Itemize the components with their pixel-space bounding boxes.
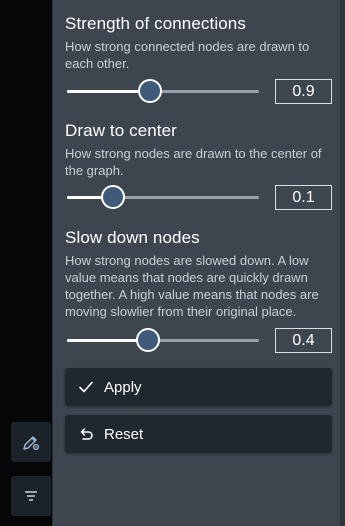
reset-label: Reset (104, 425, 144, 443)
scrollbar[interactable] (340, 0, 345, 526)
graph-settings-button[interactable] (11, 422, 51, 462)
strength-of-connections-value[interactable]: 0.9 (275, 79, 332, 104)
slow-down-nodes-slider[interactable] (67, 327, 259, 353)
section-description: How strong nodes are slowed down. A low … (65, 253, 319, 319)
section-strength-of-connections: Strength of connections How strong conne… (65, 14, 335, 72)
slider-thumb[interactable] (135, 328, 160, 352)
checkmark-icon (79, 381, 93, 393)
section-title: Draw to center (65, 121, 177, 140)
section-draw-to-center: Draw to center How strong nodes are draw… (65, 121, 335, 179)
filter-button[interactable] (11, 476, 51, 516)
section-title: Strength of connections (65, 14, 246, 33)
section-description: How strong nodes are drawn to the center… (65, 146, 322, 178)
apply-button[interactable]: Apply (65, 368, 332, 406)
undo-icon (80, 428, 93, 440)
filter-icon (25, 491, 37, 501)
slider-thumb[interactable] (101, 185, 126, 209)
section-description: How strong connected nodes are drawn to … (65, 39, 310, 71)
reset-button[interactable]: Reset (65, 415, 332, 453)
slow-down-nodes-value[interactable]: 0.4 (275, 328, 332, 353)
edit-settings-icon (23, 436, 40, 451)
section-slow-down-nodes: Slow down nodes How strong nodes are slo… (65, 228, 335, 320)
draw-to-center-slider[interactable] (67, 184, 259, 210)
physics-settings-panel: Strength of connections How strong conne… (52, 0, 345, 526)
draw-to-center-value[interactable]: 0.1 (275, 185, 332, 210)
left-toolbar (0, 0, 52, 526)
apply-label: Apply (104, 378, 142, 396)
slider-thumb[interactable] (137, 79, 162, 103)
strength-of-connections-slider[interactable] (67, 78, 259, 104)
section-title: Slow down nodes (65, 228, 200, 247)
